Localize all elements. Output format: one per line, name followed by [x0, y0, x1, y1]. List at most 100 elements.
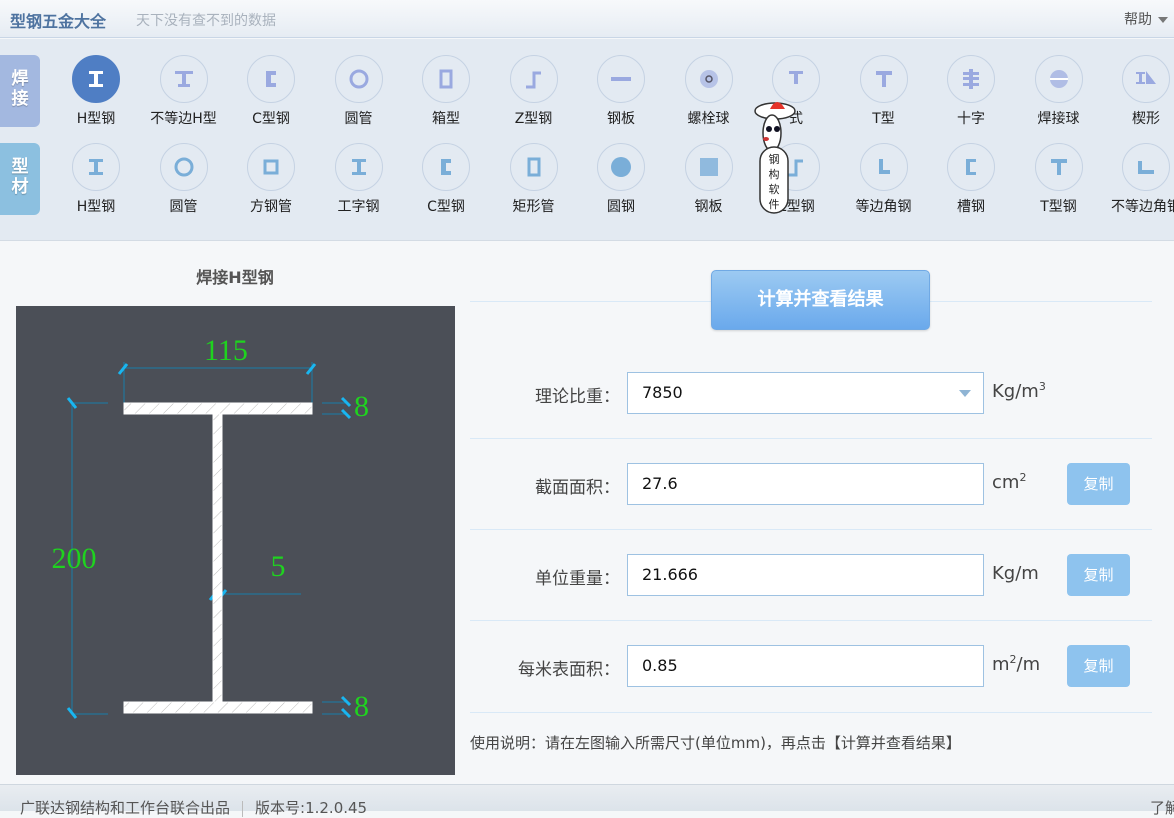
unit-label: Kg/m	[992, 563, 1039, 584]
shape-item[interactable]: 圆管	[319, 55, 399, 128]
shape-item[interactable]: 楔形	[1106, 55, 1174, 128]
category-tab-weld[interactable]: 焊接	[0, 55, 40, 127]
shape-item[interactable]: 不等边H型	[144, 55, 224, 128]
shape-item[interactable]: 钢板	[581, 55, 661, 128]
dropdown-arrow-icon[interactable]	[959, 390, 971, 397]
learn-more-link[interactable]: 了解	[1150, 797, 1174, 818]
divider	[470, 620, 1152, 621]
t-section-icon	[1034, 143, 1083, 191]
figure-panel: 焊接H型钢 115 8 200 5 8	[0, 242, 470, 782]
category-tab-profile[interactable]: 型材	[0, 143, 40, 215]
result-row: 截面面积： 27.6 cm2 复制	[470, 463, 1170, 505]
shape-item[interactable]: 十字	[931, 55, 1011, 128]
svg-text:软: 软	[769, 182, 780, 196]
unit-label: Kg/m3	[992, 380, 1046, 402]
partially-hidden-icon	[772, 55, 820, 103]
figure-title: 焊接H型钢	[196, 268, 274, 287]
help-menu[interactable]: 帮助	[1124, 9, 1168, 29]
shape-label: 十字	[957, 111, 985, 127]
category-label: 型材	[11, 157, 29, 197]
divider	[470, 529, 1152, 530]
row-label: 单位重量：	[535, 569, 620, 589]
shape-item[interactable]: 方钢管	[231, 143, 311, 216]
help-label: 帮助	[1124, 12, 1152, 28]
wedge-icon	[1122, 55, 1170, 103]
shape-label: C型钢	[427, 199, 465, 215]
shape-item[interactable]: 工字钢	[319, 143, 399, 216]
copy-button[interactable]: 复制	[1067, 463, 1130, 505]
web	[212, 413, 223, 703]
result-row: 理论比重： 7850 Kg/m3	[470, 372, 1170, 414]
unit-label: cm2	[992, 471, 1027, 493]
shape-label: 楔形	[1132, 111, 1160, 127]
shape-item[interactable]: T型钢	[1019, 143, 1099, 216]
shape-label: 不等边H型	[150, 111, 217, 127]
shape-label: 焊接球	[1037, 111, 1080, 127]
result-field[interactable]: 27.6	[627, 463, 984, 505]
shape-label: 钢板	[694, 199, 723, 215]
density-select[interactable]: 7850	[627, 372, 984, 414]
round-bar-icon	[597, 143, 645, 191]
c-channel-icon	[247, 55, 295, 103]
dim-web[interactable]: 5	[271, 550, 286, 583]
shape-item[interactable]: 螺栓球	[669, 55, 749, 128]
shape-item[interactable]: H型钢	[56, 143, 136, 216]
shape-label: 圆管	[169, 199, 198, 215]
shape-label: 圆钢	[607, 199, 635, 215]
shape-item[interactable]: 焊接球	[1019, 55, 1099, 128]
shape-label: 方钢管	[250, 199, 292, 215]
shape-item[interactable]: 槽钢	[931, 143, 1011, 216]
shape-item[interactable]: 不等边角钢	[1106, 143, 1174, 216]
shape-item[interactable]: Z型钢	[494, 55, 574, 128]
shape-label: T型	[872, 111, 895, 127]
round-pipe-icon	[334, 55, 383, 103]
category-label: 焊接	[11, 69, 29, 109]
shape-item[interactable]: T型	[844, 55, 924, 128]
shape-label: 钢板	[607, 111, 635, 127]
copy-button[interactable]: 复制	[1067, 554, 1130, 596]
svg-text:钢: 钢	[769, 153, 780, 166]
round-pipe-icon	[159, 143, 208, 191]
svg-text:件: 件	[769, 198, 780, 211]
copy-button[interactable]: 复制	[1067, 645, 1130, 687]
shape-item[interactable]: 矩形管	[494, 143, 574, 216]
title-bar: 型钢五金大全 天下没有查不到的数据 帮助	[0, 0, 1174, 38]
shape-label: 等边角钢	[855, 199, 912, 215]
dim-top-flange[interactable]: 8	[354, 390, 369, 423]
chevron-down-icon	[1158, 17, 1168, 23]
dim-bottom-flange[interactable]: 8	[354, 690, 369, 723]
row-label: 理论比重：	[535, 387, 620, 407]
result-field[interactable]: 21.666	[627, 554, 984, 596]
top-flange	[123, 402, 313, 415]
shape-label: H型钢	[76, 199, 116, 215]
dim-width[interactable]: 115	[204, 334, 248, 367]
field-value: 21.666	[642, 565, 698, 584]
shape-label: 矩形管	[512, 199, 555, 215]
cross-section-icon	[947, 55, 995, 103]
dim-height[interactable]: 200	[52, 542, 97, 575]
unequal-angle-icon	[1122, 143, 1170, 191]
shape-label: 箱型	[432, 111, 460, 127]
calculate-button[interactable]: 计算并查看结果	[711, 270, 930, 330]
svg-text:构: 构	[769, 167, 780, 181]
shape-item[interactable]: 等边角钢	[844, 143, 924, 216]
shape-item[interactable]: C型钢	[231, 55, 311, 128]
row-label: 截面面积：	[535, 478, 620, 498]
dimension-ticks	[66, 363, 352, 719]
shape-item[interactable]: H型钢	[56, 55, 136, 128]
steel-plate-icon	[597, 55, 645, 103]
shape-label: 工字钢	[337, 199, 380, 215]
result-field[interactable]: 0.85	[627, 645, 984, 687]
shape-item[interactable]: 圆管	[144, 143, 224, 216]
field-value: 27.6	[642, 474, 678, 493]
shape-item[interactable]: C型钢	[406, 143, 486, 216]
dimension-lines	[71, 362, 346, 715]
box-section-icon	[422, 55, 470, 103]
shape-item[interactable]: 钢板	[669, 143, 749, 216]
shape-item[interactable]: 箱型	[406, 55, 486, 128]
equal-angle-icon	[859, 143, 908, 191]
shape-item[interactable]: 圆钢	[581, 143, 661, 216]
i-beam-icon	[334, 143, 383, 191]
row-label: 每米表面积：	[518, 660, 620, 680]
usage-note: 使用说明：请在左图输入所需尺寸(单位mm)，再点击【计算并查看结果】	[470, 734, 961, 752]
